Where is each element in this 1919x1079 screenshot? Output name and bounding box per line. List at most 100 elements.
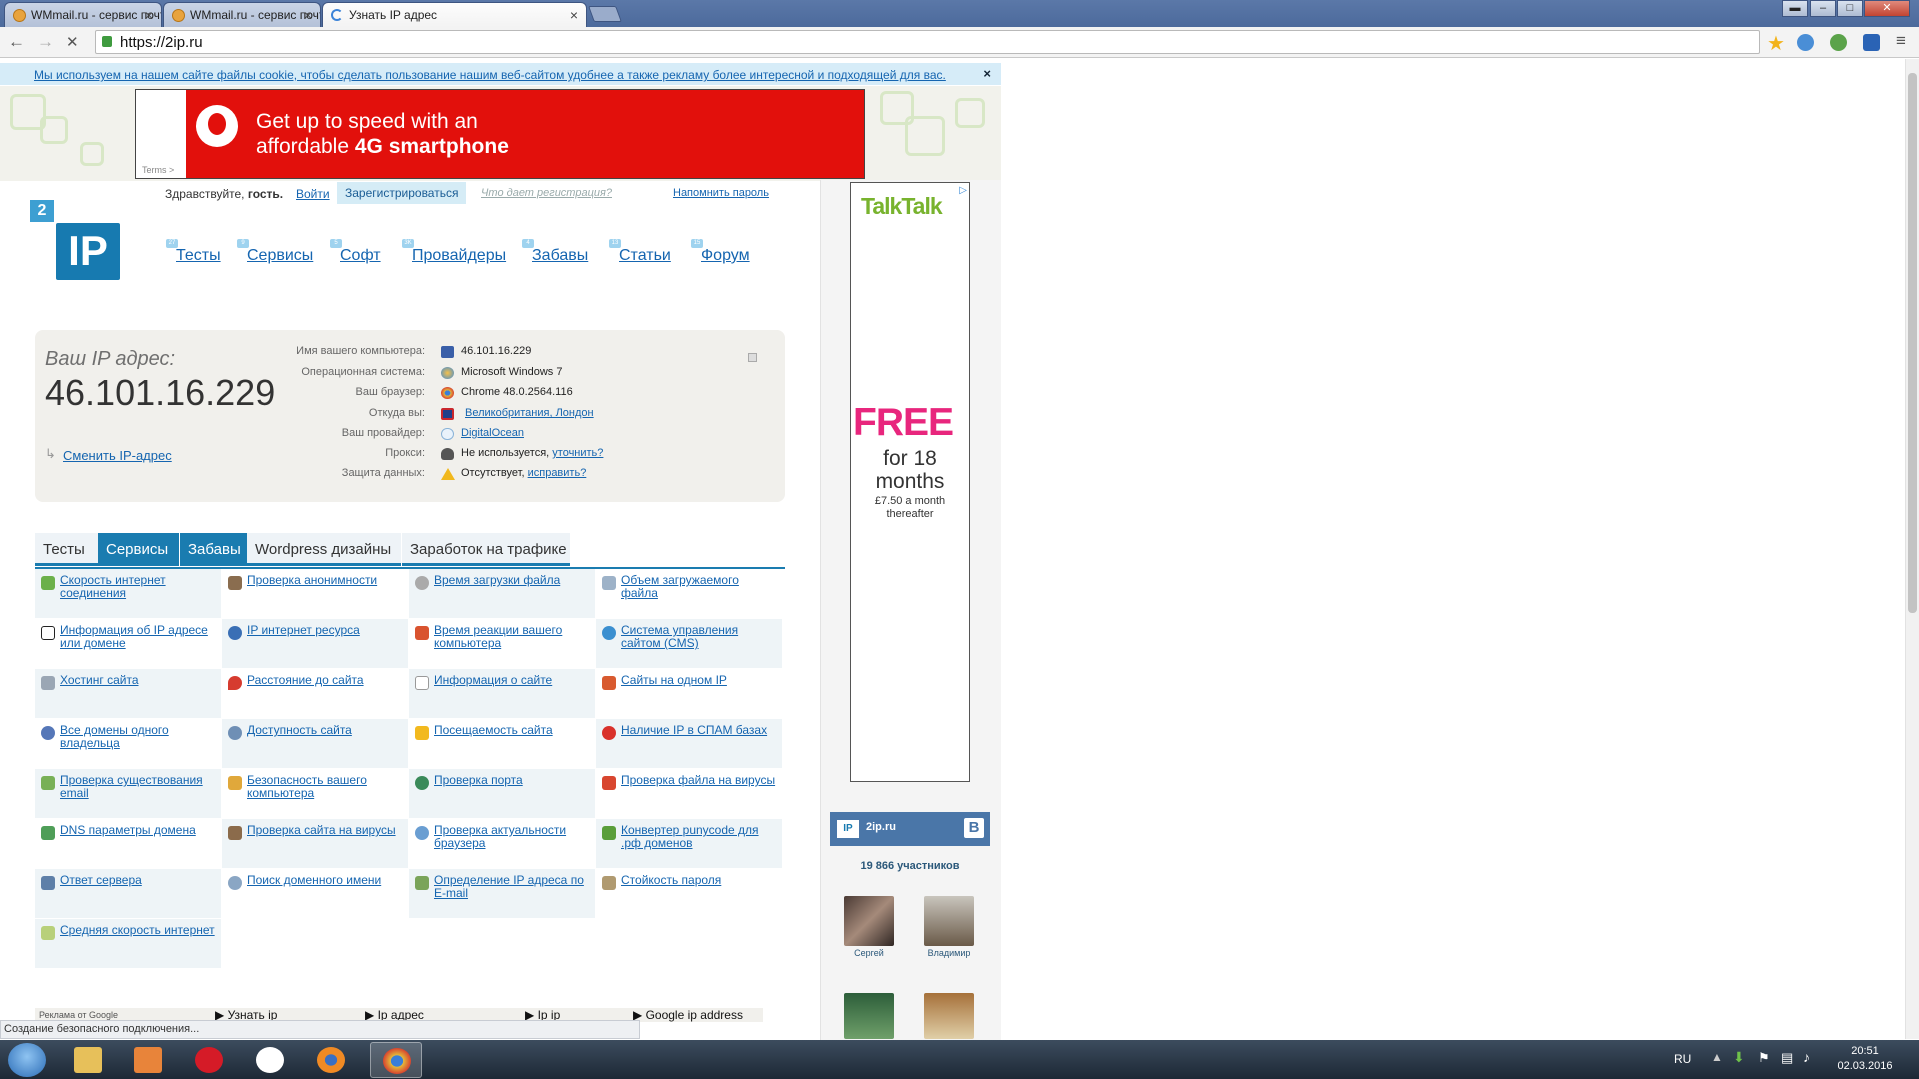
service-link[interactable]: DNS параметры домена	[60, 824, 218, 837]
service-link[interactable]: Все домены одного владельца	[60, 724, 218, 750]
network-tray-icon[interactable]: ▤	[1781, 1050, 1793, 1066]
avatar[interactable]	[844, 896, 894, 946]
service-cell[interactable]: Доступность сайта	[222, 719, 408, 768]
download-tray-icon[interactable]: ⬇	[1733, 1049, 1745, 1066]
service-link[interactable]: Объем загружаемого файла	[621, 574, 779, 600]
explorer-taskbar-button[interactable]	[62, 1042, 114, 1078]
site-logo[interactable]: IP	[56, 223, 120, 280]
member-name[interactable]: Владимир	[919, 948, 979, 958]
close-cookie-notice-icon[interactable]: ×	[983, 66, 991, 81]
service-cell[interactable]: Скорость интернет соединения	[35, 569, 221, 618]
close-window-button[interactable]: ✕	[1864, 0, 1910, 17]
service-link[interactable]: Проверка порта	[434, 774, 592, 787]
volume-tray-icon[interactable]: ♪	[1803, 1049, 1810, 1065]
start-button-icon[interactable]	[8, 1043, 46, 1077]
remind-password-link[interactable]: Напомнить пароль	[673, 187, 769, 199]
tray-arrow-icon[interactable]: ▲	[1711, 1050, 1723, 1064]
service-cell[interactable]: Время реакции вашего компьютера	[409, 619, 595, 668]
nav-providers[interactable]: 3K Провайдеры	[402, 239, 506, 265]
close-tab-icon[interactable]: ×	[145, 7, 153, 23]
vk-logo-icon[interactable]: В	[964, 818, 984, 838]
service-link[interactable]: Безопасность вашего компьютера	[247, 774, 405, 800]
flag-tray-icon[interactable]: ⚑	[1758, 1050, 1770, 1066]
service-link[interactable]: Определение IP адреса по E-mail	[434, 874, 592, 900]
browser-tab-wmmail-2[interactable]: WMmail.ru - сервис почто ×	[163, 2, 321, 27]
page-scrollbar[interactable]	[1905, 59, 1919, 1039]
avatar[interactable]	[924, 993, 974, 1039]
service-cell[interactable]: Определение IP адреса по E-mail	[409, 869, 595, 918]
ad-link[interactable]: ▶ Google ip address	[633, 1008, 743, 1022]
back-arrow-icon[interactable]: ←	[8, 32, 25, 52]
clarify-link[interactable]: уточнить?	[552, 447, 603, 459]
close-tab-icon[interactable]: ×	[304, 7, 312, 23]
service-link[interactable]: Ответ сервера	[60, 874, 218, 887]
nav-articles[interactable]: 13 Статьи	[609, 239, 671, 265]
service-cell[interactable]: Проверка актуальности браузера	[409, 819, 595, 868]
service-link[interactable]: Посещаемость сайта	[434, 724, 592, 737]
service-link[interactable]: Поиск доменного имени	[247, 874, 405, 887]
group-name[interactable]: 2ip.ru	[866, 821, 896, 833]
service-link[interactable]: Информация о сайте	[434, 674, 592, 687]
service-link[interactable]: Стойкость пароля	[621, 874, 779, 887]
maximize-button[interactable]: □	[1837, 0, 1863, 17]
chrome-taskbar-button[interactable]	[370, 1042, 422, 1078]
menu-icon[interactable]: ≡	[1896, 31, 1906, 51]
service-cell[interactable]: DNS параметры домена	[35, 819, 221, 868]
location-link[interactable]: Великобритания, Лондон	[465, 407, 594, 419]
service-cell[interactable]: Проверка файла на вирусы	[596, 769, 782, 818]
vk-widget-header[interactable]: IP 2ip.ru В	[830, 812, 990, 846]
service-cell[interactable]: Наличие IP в СПАМ базах	[596, 719, 782, 768]
forward-arrow-icon[interactable]: →	[37, 32, 54, 52]
nav-tests[interactable]: 27 Тесты	[166, 239, 221, 265]
service-link[interactable]: Конвертер punycode для .рф доменов	[621, 824, 779, 850]
service-link[interactable]: Проверка файла на вирусы	[621, 774, 779, 787]
cookie-notice-text[interactable]: Мы используем на нашем сайте файлы cooki…	[34, 68, 946, 82]
scrollbar-thumb[interactable]	[1908, 73, 1917, 613]
service-cell[interactable]: Проверка существования email	[35, 769, 221, 818]
media-player-taskbar-button[interactable]	[122, 1042, 174, 1078]
service-link[interactable]: Время реакции вашего компьютера	[434, 624, 592, 650]
service-cell[interactable]: Проверка порта	[409, 769, 595, 818]
new-tab-button[interactable]	[588, 6, 622, 22]
service-link[interactable]: Проверка актуальности браузера	[434, 824, 592, 850]
avatar[interactable]	[844, 993, 894, 1039]
service-cell[interactable]: Система управления сайтом (CMS)	[596, 619, 782, 668]
url-text[interactable]: https://2ip.ru	[120, 34, 203, 51]
opera-taskbar-button[interactable]	[183, 1042, 235, 1078]
service-cell[interactable]: Ответ сервера	[35, 869, 221, 918]
service-link[interactable]: Наличие IP в СПАМ базах	[621, 724, 779, 737]
service-cell[interactable]: Проверка сайта на вирусы	[222, 819, 408, 868]
bookmark-star-icon[interactable]: ★	[1767, 31, 1785, 55]
service-link[interactable]: Скорость интернет соединения	[60, 574, 218, 600]
user-profile-button[interactable]: ▬	[1782, 0, 1808, 17]
service-link[interactable]: Средняя скорость интернет	[60, 924, 218, 937]
vodafone-ad-banner[interactable]: Get up to speed with an affordable 4G sm…	[135, 89, 865, 179]
tab-wordpress[interactable]: Wordpress дизайны	[247, 533, 401, 566]
firefox-taskbar-button[interactable]	[305, 1042, 357, 1078]
shield-extension-icon[interactable]	[1863, 34, 1880, 51]
service-cell[interactable]: IP интернет ресурса	[222, 619, 408, 668]
tab-traffic-earnings[interactable]: Заработок на трафике	[402, 533, 570, 566]
extension-globe-icon[interactable]	[1830, 34, 1847, 51]
tab-fun[interactable]: Забавы	[180, 533, 247, 566]
service-cell[interactable]: Средняя скорость интернет	[35, 919, 221, 968]
register-button[interactable]: Зарегистрироваться	[337, 182, 467, 204]
minimize-button[interactable]: –	[1810, 0, 1836, 17]
browser-tab-active[interactable]: Узнать IP адрес ×	[322, 2, 587, 27]
tab-tests[interactable]: Тесты	[35, 533, 98, 566]
service-cell[interactable]: Конвертер punycode для .рф доменов	[596, 819, 782, 868]
service-link[interactable]: Доступность сайта	[247, 724, 405, 737]
service-link[interactable]: Хостинг сайта	[60, 674, 218, 687]
service-cell[interactable]: Проверка анонимности	[222, 569, 408, 618]
service-cell[interactable]: Расстояние до сайта	[222, 669, 408, 718]
service-cell[interactable]: Стойкость пароля	[596, 869, 782, 918]
service-link[interactable]: Расстояние до сайта	[247, 674, 405, 687]
extension-icon[interactable]	[1797, 34, 1814, 51]
service-link[interactable]: Проверка сайта на вирусы	[247, 824, 405, 837]
service-link[interactable]: Время загрузки файла	[434, 574, 592, 587]
service-cell[interactable]: Время загрузки файла	[409, 569, 595, 618]
banner-terms-link[interactable]: Terms >	[142, 165, 174, 175]
system-clock[interactable]: 20:51 02.03.2016	[1830, 1044, 1900, 1074]
nav-services[interactable]: 9 Сервисы	[237, 239, 313, 265]
avatar[interactable]	[924, 896, 974, 946]
